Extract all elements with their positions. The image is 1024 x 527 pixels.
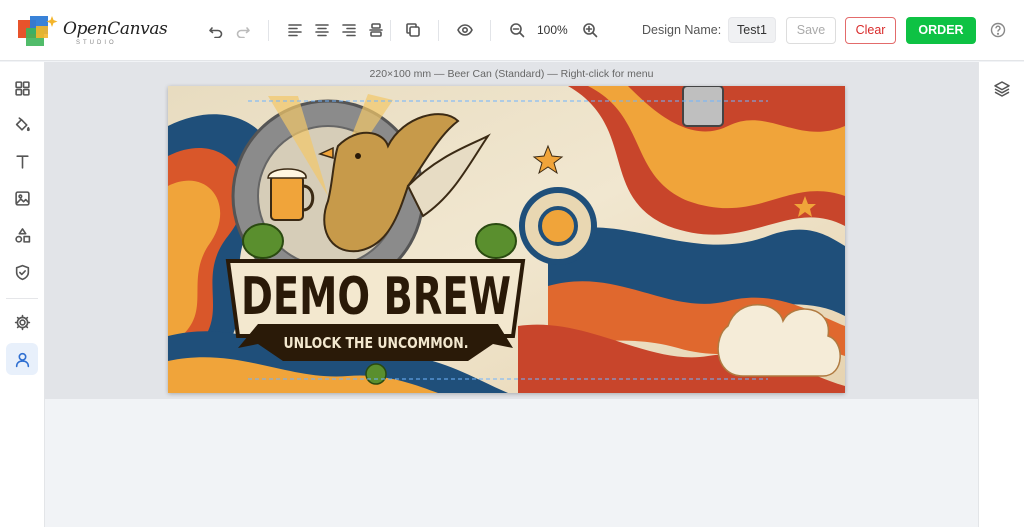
app-logo[interactable]: OpenCanvas STUDIO bbox=[16, 10, 168, 50]
order-button[interactable]: ORDER bbox=[906, 17, 976, 44]
beer-label-artwork: DEMO BREW UNLOCK THE UNCOMMON. bbox=[168, 86, 845, 393]
image-icon[interactable] bbox=[6, 182, 38, 214]
zoom-in-icon[interactable] bbox=[580, 20, 600, 40]
design-workspace[interactable]: 220×100 mm — Beer Can (Standard) — Right… bbox=[45, 62, 978, 399]
layers-icon[interactable] bbox=[993, 80, 1011, 98]
align-left-icon[interactable] bbox=[285, 20, 305, 40]
toolbar-divider bbox=[490, 20, 491, 41]
top-toolbar: OpenCanvas STUDIO 100% Design Name: Test… bbox=[0, 0, 1024, 61]
zoom-level: 100% bbox=[537, 23, 568, 37]
left-sidebar bbox=[0, 62, 45, 527]
toolbar-divider bbox=[438, 20, 439, 41]
save-button[interactable]: Save bbox=[786, 17, 836, 44]
user-icon[interactable] bbox=[6, 343, 38, 375]
fill-bucket-icon[interactable] bbox=[6, 108, 38, 140]
artwork-headline: DEMO BREW bbox=[241, 267, 511, 327]
duplicate-icon[interactable] bbox=[403, 20, 423, 40]
settings-gear-icon[interactable] bbox=[6, 306, 38, 338]
text-icon[interactable] bbox=[6, 145, 38, 177]
shapes-icon[interactable] bbox=[6, 219, 38, 251]
sidebar-divider bbox=[6, 298, 38, 299]
redo-icon[interactable] bbox=[233, 20, 253, 40]
canvas-caption: 220×100 mm — Beer Can (Standard) — Right… bbox=[369, 68, 654, 80]
help-icon[interactable] bbox=[990, 22, 1006, 38]
shield-icon[interactable] bbox=[6, 256, 38, 288]
align-center-icon[interactable] bbox=[312, 20, 332, 40]
clear-button[interactable]: Clear bbox=[845, 17, 896, 44]
align-right-icon[interactable] bbox=[339, 20, 359, 40]
workspace-bottom-area bbox=[45, 399, 978, 527]
preview-eye-icon[interactable] bbox=[455, 20, 475, 40]
toolbar-divider bbox=[268, 20, 269, 41]
design-name-input[interactable]: Test1 bbox=[728, 17, 776, 43]
design-name-label: Design Name: bbox=[642, 23, 722, 37]
right-sidebar bbox=[978, 62, 1024, 527]
align-vertical-icon[interactable] bbox=[366, 20, 386, 40]
design-artboard[interactable]: DEMO BREW UNLOCK THE UNCOMMON. bbox=[168, 86, 845, 393]
templates-icon[interactable] bbox=[6, 72, 38, 104]
logo-subtitle: STUDIO bbox=[76, 40, 117, 46]
undo-icon[interactable] bbox=[206, 20, 226, 40]
zoom-out-icon[interactable] bbox=[507, 20, 527, 40]
artwork-tagline: UNLOCK THE UNCOMMON. bbox=[284, 334, 469, 352]
toolbar-divider bbox=[390, 20, 391, 41]
logo-text: OpenCanvas bbox=[63, 19, 168, 39]
logo-mark-icon bbox=[18, 16, 58, 46]
